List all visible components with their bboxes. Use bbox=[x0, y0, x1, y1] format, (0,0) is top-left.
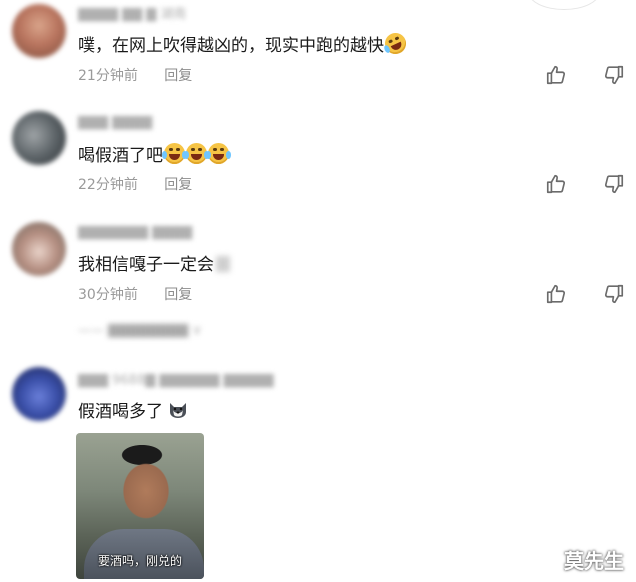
author-name[interactable]: ▇▇▇ ▇▇▇▇ bbox=[78, 114, 152, 132]
tears-of-joy-emoji-icon bbox=[184, 143, 209, 164]
comment-text: 噗，在网上吹得越凶的，现实中跑的越快 bbox=[78, 29, 410, 58]
avatar[interactable] bbox=[12, 222, 66, 276]
comment-text-body: 喝假酒了吧 bbox=[78, 146, 163, 166]
avatar[interactable] bbox=[12, 111, 66, 165]
author-name-text: ▇▇▇▇ ▇▇ ▇ bbox=[78, 7, 157, 22]
author-name[interactable]: ▇▇▇▇▇▇▇ ▇▇▇▇ bbox=[78, 224, 192, 242]
comment-text: 我相信嘎子一定会 bbox=[78, 253, 230, 277]
tears-of-joy-emoji-icon bbox=[162, 143, 187, 164]
thumbs-up-icon[interactable] bbox=[545, 173, 567, 195]
gif-sticker-image[interactable]: 要酒吗，刚兑的 bbox=[76, 433, 204, 579]
comment-meta: 30分钟前 回复 bbox=[78, 286, 192, 304]
tears-of-joy-emoji-icon bbox=[206, 143, 231, 164]
header-overlay-button bbox=[528, 0, 600, 10]
comment-text-body: 我相信嘎子一定会 bbox=[78, 255, 214, 275]
expand-replies-link[interactable]: —— ▇▇▇▇▇▇▇▇ ∨ bbox=[78, 323, 202, 338]
avatar[interactable] bbox=[12, 367, 66, 421]
reply-button[interactable]: 回复 bbox=[164, 68, 192, 84]
comment-meta: 21分钟前 回复 bbox=[78, 67, 192, 85]
author-location: 湖南 bbox=[160, 7, 187, 22]
thumbs-up-icon[interactable] bbox=[545, 64, 567, 86]
author-name[interactable]: ▇▇▇ 9688▇ ▇▇▇▇▇▇ ▇▇▇▇▇ bbox=[78, 372, 273, 390]
comment-time: 21分钟前 bbox=[78, 68, 138, 84]
blurred-text-fragment bbox=[216, 256, 230, 272]
avatar[interactable] bbox=[12, 4, 66, 58]
reply-button[interactable]: 回复 bbox=[164, 177, 192, 193]
watermark: 莫先生 bbox=[564, 549, 624, 573]
comment-time: 30分钟前 bbox=[78, 287, 138, 303]
comment-text-body: 假酒喝多了 bbox=[78, 402, 163, 422]
thumbs-down-icon[interactable] bbox=[603, 283, 625, 305]
comment-time: 22分钟前 bbox=[78, 177, 138, 193]
thumbs-down-icon[interactable] bbox=[603, 173, 625, 195]
thumbs-down-icon[interactable] bbox=[603, 64, 625, 86]
thumbs-up-icon[interactable] bbox=[545, 283, 567, 305]
husky-dog-emoji-icon bbox=[168, 400, 188, 420]
comment-text: 喝假酒了吧 bbox=[78, 143, 231, 168]
comment-meta: 22分钟前 回复 bbox=[78, 176, 192, 194]
reply-button[interactable]: 回复 bbox=[164, 287, 192, 303]
comment-text: 假酒喝多了 bbox=[78, 400, 188, 424]
author-name[interactable]: ▇▇▇▇ ▇▇ ▇ 湖南 bbox=[78, 6, 186, 24]
comment-text-body: 噗，在网上吹得越凶的，现实中跑的越快 bbox=[78, 36, 384, 56]
rolling-laughing-emoji-icon bbox=[381, 29, 410, 58]
gif-caption: 要酒吗，刚兑的 bbox=[97, 554, 182, 568]
